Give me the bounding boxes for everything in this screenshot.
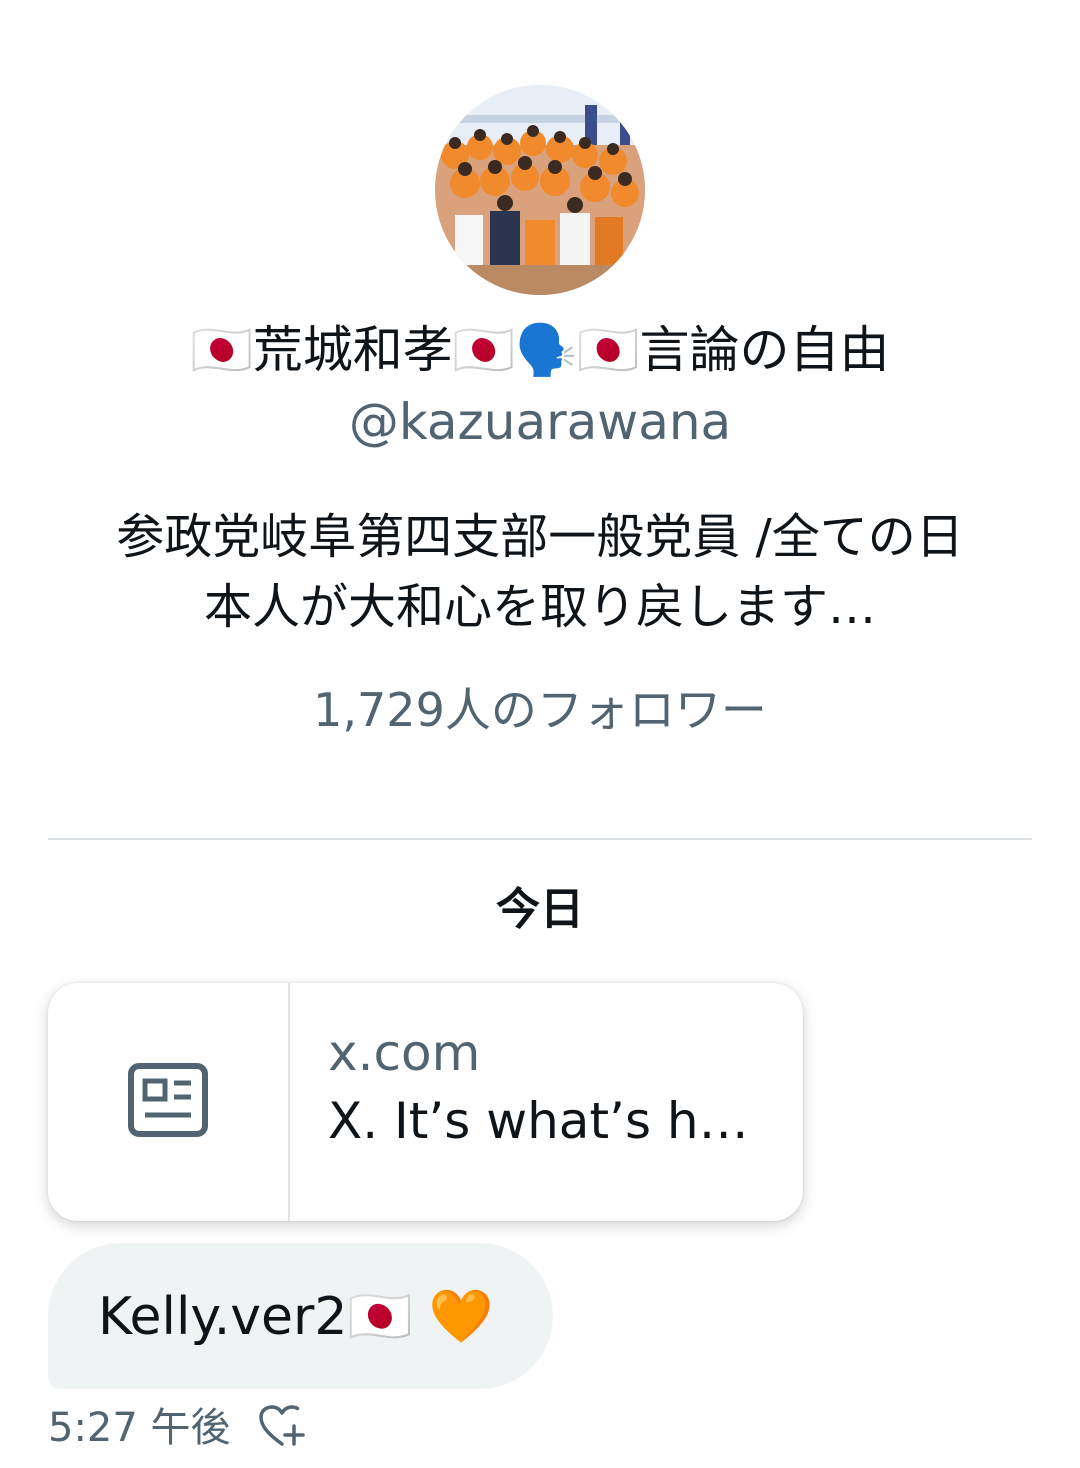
username-handle[interactable]: @kazuarawana <box>0 392 1080 452</box>
link-title: X. It’s what’s h… <box>328 1092 749 1150</box>
message-bubble[interactable]: Kelly.ver2🇯🇵 🧡 <box>48 1243 553 1389</box>
avatar-group-photo <box>435 85 645 295</box>
message-timestamp: 5:27 午後 <box>48 1405 231 1451</box>
article-icon <box>128 1063 208 1141</box>
profile-bio: 参政党岐阜第四支部一般党員 /全ての日本人が大和心を取り戻します… <box>116 509 964 635</box>
follower-count[interactable]: 1,729人のフォロワー <box>0 680 1080 740</box>
add-reaction-button[interactable] <box>257 1405 307 1451</box>
message-text: Kelly.ver2🇯🇵 🧡 <box>98 1287 494 1347</box>
add-reaction-heart-icon <box>258 1404 306 1452</box>
message-meta: 5:27 午後 <box>48 1402 307 1454</box>
date-separator: 今日 <box>496 884 584 935</box>
avatar[interactable] <box>435 85 645 295</box>
display-name[interactable]: 🇯🇵荒城和孝🇯🇵🗣️🇯🇵言論の自由 <box>0 318 1080 382</box>
link-thumbnail <box>48 983 290 1221</box>
divider <box>48 838 1032 840</box>
link-preview-card[interactable]: x.com X. It’s what’s h… <box>48 983 803 1221</box>
link-domain: x.com <box>328 1024 481 1082</box>
